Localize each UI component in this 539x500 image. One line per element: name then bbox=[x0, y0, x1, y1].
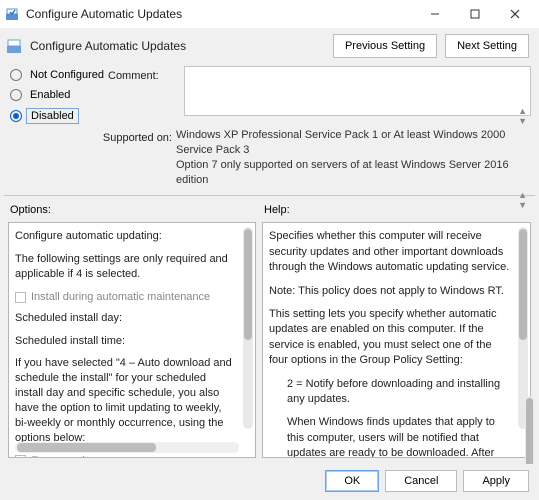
ok-button[interactable]: OK bbox=[325, 470, 379, 492]
close-button[interactable] bbox=[495, 0, 535, 28]
policy-icon bbox=[4, 6, 20, 22]
title-bar: Configure Automatic Updates bbox=[0, 0, 539, 28]
header: Configure Automatic Updates Previous Set… bbox=[0, 28, 539, 60]
state-radios: Not Configured Enabled Disabled bbox=[8, 60, 108, 128]
radio-icon bbox=[10, 110, 22, 122]
page-title: Configure Automatic Updates bbox=[30, 39, 325, 53]
radio-enabled[interactable]: Enabled bbox=[10, 88, 108, 102]
checkbox-label: Install during automatic maintenance bbox=[31, 290, 210, 305]
help-content: Specifies whether this computer will rec… bbox=[269, 229, 524, 458]
checkbox-label: Every week bbox=[31, 454, 88, 459]
cancel-button[interactable]: Cancel bbox=[385, 470, 457, 492]
options-heading-text: Configure automatic updating: bbox=[15, 229, 235, 244]
help-panel: Specifies whether this computer will rec… bbox=[262, 222, 531, 458]
vertical-scrollbar[interactable] bbox=[243, 227, 253, 429]
radio-disabled[interactable]: Disabled bbox=[10, 108, 108, 124]
scrollbar-thumb[interactable] bbox=[519, 229, 527, 340]
radio-label: Not Configured bbox=[26, 68, 108, 82]
help-text: Specifies whether this computer will rec… bbox=[269, 229, 510, 275]
supported-row: Supported on: Windows XP Professional Se… bbox=[0, 128, 539, 195]
options-panel: Configure automatic updating: The follow… bbox=[8, 222, 256, 458]
options-content: Configure automatic updating: The follow… bbox=[15, 229, 249, 458]
checkbox-icon bbox=[15, 455, 26, 458]
minimize-button[interactable] bbox=[415, 0, 455, 28]
radio-not-configured[interactable]: Not Configured bbox=[10, 68, 108, 82]
scrollbar-thumb[interactable] bbox=[17, 443, 156, 452]
options-column: Options: Configure automatic updating: T… bbox=[8, 200, 256, 458]
maximize-button[interactable] bbox=[455, 0, 495, 28]
scrollbar-thumb[interactable] bbox=[526, 398, 533, 464]
scroll-arrows-icon[interactable]: ▲▼ bbox=[518, 106, 527, 126]
radio-icon bbox=[10, 69, 22, 81]
sched-day-label: Scheduled install day: bbox=[15, 311, 235, 326]
checkbox-icon bbox=[15, 292, 26, 303]
comment-label: Comment: bbox=[108, 66, 178, 128]
apply-button[interactable]: Apply bbox=[463, 470, 529, 492]
help-text: Note: This policy does not apply to Wind… bbox=[269, 284, 510, 299]
comment-area: Comment: bbox=[108, 60, 531, 128]
help-text: When Windows finds updates that apply to… bbox=[269, 415, 510, 458]
help-text: 2 = Notify before downloading and instal… bbox=[269, 377, 510, 408]
checkbox-install-maintenance[interactable]: Install during automatic maintenance bbox=[15, 290, 235, 305]
checkbox-every-week[interactable]: Every week bbox=[15, 454, 235, 459]
policy-icon bbox=[6, 38, 22, 54]
help-text: This setting lets you specify whether au… bbox=[269, 307, 510, 369]
comment-input[interactable] bbox=[184, 66, 531, 116]
next-setting-button[interactable]: Next Setting bbox=[445, 34, 529, 58]
supported-label: Supported on: bbox=[100, 128, 172, 187]
help-column: Help: Specifies whether this computer wi… bbox=[262, 200, 531, 458]
config-area: Not Configured Enabled Disabled Comment:… bbox=[0, 60, 539, 128]
options-heading: Options: bbox=[8, 200, 256, 222]
window-title: Configure Automatic Updates bbox=[26, 7, 415, 21]
help-heading: Help: bbox=[262, 200, 531, 222]
footer: OK Cancel Apply bbox=[0, 464, 539, 500]
horizontal-scrollbar[interactable] bbox=[15, 442, 239, 453]
scrollbar-thumb[interactable] bbox=[244, 229, 252, 340]
radio-label: Disabled bbox=[26, 108, 79, 124]
radio-icon bbox=[10, 89, 22, 101]
panels: Options: Configure automatic updating: T… bbox=[0, 196, 539, 464]
previous-setting-button[interactable]: Previous Setting bbox=[333, 34, 437, 58]
supported-text: Windows XP Professional Service Pack 1 o… bbox=[176, 128, 521, 187]
outer-scrollbar[interactable] bbox=[525, 396, 534, 464]
options-req-text: The following settings are only required… bbox=[15, 252, 235, 282]
radio-label: Enabled bbox=[26, 88, 74, 102]
sched-time-label: Scheduled install time: bbox=[15, 334, 235, 349]
options-long-text: If you have selected "4 – Auto download … bbox=[15, 356, 235, 445]
